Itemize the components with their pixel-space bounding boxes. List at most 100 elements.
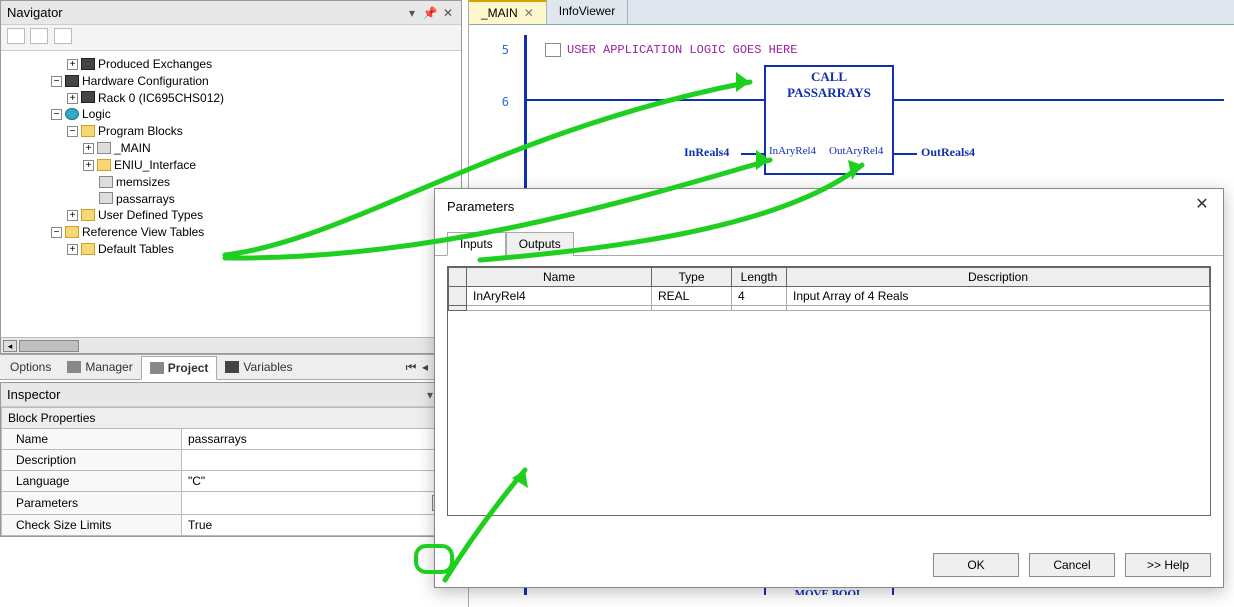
row-header[interactable]: [449, 287, 467, 306]
cell-type[interactable]: REAL: [652, 287, 732, 306]
navigator-tree[interactable]: + Produced Exchanges − Hardware Configurat…: [1, 51, 461, 337]
pin-wire-in: [741, 153, 764, 155]
navigator-tabrow: Options Manager Project Variables ⏮ ◂ ▸ …: [0, 354, 462, 380]
tab-inputs[interactable]: Inputs: [447, 232, 506, 256]
collapse-icon[interactable]: −: [51, 76, 62, 87]
expand-icon[interactable]: +: [83, 143, 94, 154]
scroll-left-icon[interactable]: ◂: [3, 340, 17, 352]
tab-variables[interactable]: Variables: [217, 356, 300, 378]
toolbar-btn-1[interactable]: [7, 28, 25, 44]
collapse-icon[interactable]: −: [67, 126, 78, 137]
navigator-title: Navigator: [7, 5, 401, 20]
move-bool-label: MOVE BOOL: [766, 587, 892, 595]
rung-wire: [524, 99, 764, 101]
folder-icon: [81, 125, 95, 137]
tab-outputs[interactable]: Outputs: [506, 232, 574, 256]
call-block[interactable]: CALL PASSARRAYS: [764, 65, 894, 175]
col-description[interactable]: Description: [787, 268, 1210, 287]
rung-comment: USER APPLICATION LOGIC GOES HERE: [567, 43, 797, 57]
tree-memsizes[interactable]: memsizes: [116, 175, 170, 189]
navigator-panel: Navigator ▾ 📌 ✕ + Produced Exchanges − Har…: [0, 0, 462, 354]
dropdown-icon[interactable]: ▾: [405, 6, 419, 20]
close-tab-icon[interactable]: ✕: [524, 6, 534, 20]
tree-udt[interactable]: User Defined Types: [98, 208, 203, 222]
scroll-thumb[interactable]: [19, 340, 79, 352]
cell-length[interactable]: 4: [732, 287, 787, 306]
dialog-tabs: Inputs Outputs: [435, 231, 1223, 256]
grid-corner: [449, 268, 467, 287]
toolbar-btn-3[interactable]: [54, 28, 72, 44]
tab-options[interactable]: Options: [2, 356, 59, 378]
dialog-titlebar[interactable]: Parameters ✕: [435, 189, 1223, 223]
folder-icon: [81, 209, 95, 221]
pin-icon[interactable]: 📌: [423, 6, 437, 20]
tab-project[interactable]: Project: [141, 356, 218, 380]
prop-row-description[interactable]: Description: [2, 450, 461, 471]
navigator-hscroll[interactable]: ◂ ▸: [1, 337, 461, 353]
pin-out: OutAryRel4: [829, 145, 883, 157]
rung-number-6: 6: [479, 95, 509, 109]
navigator-titlebar: Navigator ▾ 📌 ✕: [1, 1, 461, 25]
help-button[interactable]: >> Help: [1125, 553, 1211, 577]
tree-program-blocks[interactable]: Program Blocks: [98, 124, 183, 138]
parameters-dialog: Parameters ✕ Inputs Outputs Name Type Le…: [434, 188, 1224, 588]
tree-ref-tables[interactable]: Reference View Tables: [82, 225, 204, 239]
pin-in: InAryRel4: [769, 145, 816, 157]
prop-row-parameters[interactable]: Parameters•••: [2, 492, 461, 515]
grid-row[interactable]: InAryRel4 REAL 4 Input Array of 4 Reals: [449, 287, 1210, 306]
cancel-button[interactable]: Cancel: [1029, 553, 1115, 577]
logic-icon: [65, 108, 79, 120]
col-type[interactable]: Type: [652, 268, 732, 287]
col-name[interactable]: Name: [467, 268, 652, 287]
expand-icon[interactable]: +: [67, 59, 78, 70]
inspector-titlebar: Inspector ▾ 📌: [1, 383, 461, 407]
tab-main[interactable]: _MAIN✕: [469, 0, 547, 24]
expand-icon[interactable]: +: [67, 244, 78, 255]
dialog-buttons: OK Cancel >> Help: [933, 553, 1211, 577]
toolbar-btn-2[interactable]: [30, 28, 48, 44]
exchange-icon: [81, 58, 95, 70]
collapse-icon[interactable]: −: [51, 109, 62, 120]
rung-wire-out: [894, 99, 1224, 101]
tab-manager[interactable]: Manager: [59, 356, 140, 378]
tree-produced-exchanges[interactable]: Produced Exchanges: [98, 57, 212, 71]
col-length[interactable]: Length: [732, 268, 787, 287]
tab-nav-first[interactable]: ⏮: [404, 360, 418, 375]
expand-icon[interactable]: +: [67, 93, 78, 104]
tree-passarrays[interactable]: passarrays: [116, 191, 175, 205]
tree-rack0[interactable]: Rack 0 (IC695CHS012): [98, 90, 224, 104]
dialog-title: Parameters: [447, 199, 1193, 214]
block-icon: [97, 142, 111, 154]
ok-button[interactable]: OK: [933, 553, 1019, 577]
prop-row-check-size-limits[interactable]: Check Size LimitsTrue: [2, 515, 461, 536]
tree-default-tables[interactable]: Default Tables: [98, 242, 174, 256]
close-icon[interactable]: ✕: [441, 6, 455, 20]
cell-name[interactable]: InAryRel4: [467, 287, 652, 306]
tree-logic[interactable]: Logic: [82, 107, 111, 121]
block-icon: [99, 192, 113, 204]
prop-row-name[interactable]: Namepassarrays: [2, 429, 461, 450]
fx-icon: [225, 361, 239, 373]
inspector-panel: Inspector ▾ 📌 Block Properties Namepassa…: [0, 382, 462, 537]
call-name: PASSARRAYS: [766, 83, 892, 103]
folder-icon: [65, 226, 79, 238]
pin-ext-in[interactable]: InReals4: [684, 145, 729, 160]
parameters-grid[interactable]: Name Type Length Description InAryRel4 R…: [447, 266, 1211, 516]
tree-hardware-config[interactable]: Hardware Configuration: [82, 74, 209, 88]
dialog-close-button[interactable]: ✕: [1193, 197, 1211, 215]
tab-nav-prev[interactable]: ◂: [418, 360, 432, 374]
prop-row-language[interactable]: Language"C": [2, 471, 461, 492]
pin-wire-out: [894, 153, 917, 155]
collapse-icon[interactable]: −: [51, 227, 62, 238]
tree-main[interactable]: _MAIN: [114, 141, 151, 155]
pin-ext-out[interactable]: OutReals4: [921, 145, 975, 160]
grid-row-empty[interactable]: [449, 306, 1210, 311]
hardware-icon: [65, 75, 79, 87]
document-tabs: _MAIN✕ InfoViewer: [469, 0, 1234, 25]
tree-eniu[interactable]: ENIU_Interface: [114, 158, 196, 172]
tab-infoviewer[interactable]: InfoViewer: [547, 0, 628, 24]
cell-description[interactable]: Input Array of 4 Reals: [787, 287, 1210, 306]
expand-icon[interactable]: +: [83, 160, 94, 171]
expand-icon[interactable]: +: [67, 210, 78, 221]
comment-icon[interactable]: [545, 43, 561, 57]
